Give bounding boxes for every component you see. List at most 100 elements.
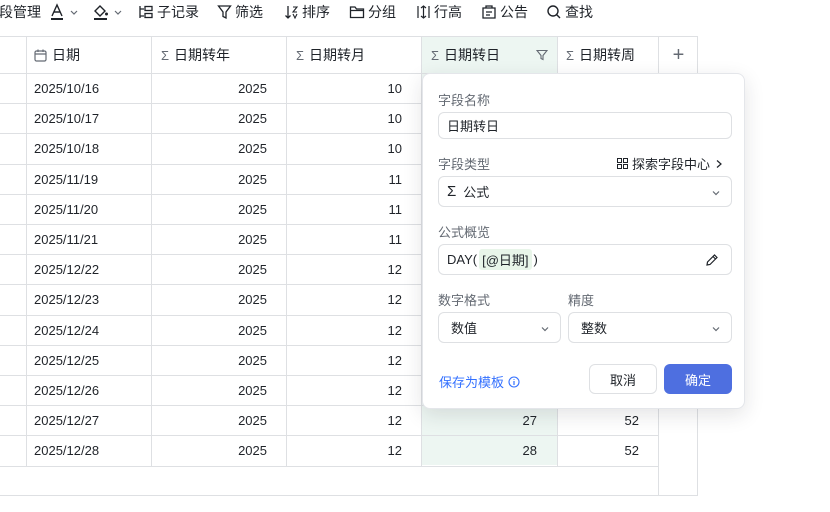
table-cell-year[interactable]: 2025 — [152, 225, 267, 255]
table-cell-year[interactable]: 2025 — [152, 74, 267, 104]
group-button[interactable]: 分组 — [349, 1, 396, 23]
table-cell-year[interactable]: 2025 — [152, 376, 267, 406]
table-cell-day[interactable]: 27 — [423, 406, 537, 436]
field-management-button[interactable]: 段管理 — [0, 1, 41, 23]
search-label: 查找 — [565, 4, 593, 20]
table-cell-year[interactable]: 2025 — [152, 104, 267, 134]
column-header-date[interactable]: 日期 — [34, 37, 149, 73]
table-cell-week[interactable]: 52 — [558, 436, 639, 466]
table-cell-month[interactable]: 11 — [287, 165, 403, 195]
table-cell-month[interactable]: 10 — [287, 104, 402, 134]
table-cell-month[interactable]: 12 — [287, 376, 402, 406]
table-cell-year[interactable]: 2025 — [152, 406, 267, 436]
view-toolbar: 段管理 子记录 筛选 排序 分组 行高 公告 查找 — [0, 0, 830, 24]
table-cell-month[interactable]: 11 — [287, 195, 403, 225]
row-height-button[interactable]: 行高 — [416, 1, 462, 23]
cancel-button[interactable]: 取消 — [589, 364, 657, 394]
table-cell-month[interactable]: 12 — [287, 436, 402, 466]
table-cell-month[interactable]: 12 — [287, 346, 402, 376]
chevron-down-icon — [712, 327, 720, 332]
table-cell-year[interactable]: 2025 — [152, 285, 267, 315]
table-cell-date[interactable]: 2025/12/24 — [34, 316, 149, 346]
row-height-icon — [417, 5, 430, 19]
announcement-label: 公告 — [500, 4, 528, 20]
table-cell-year[interactable]: 2025 — [152, 436, 267, 466]
number-format-label: 数字格式 — [438, 293, 491, 308]
formula-overview-label: 公式概览 — [438, 225, 491, 240]
column-header-week[interactable]: Σ 日期转周 — [566, 37, 656, 73]
column-header-label: 日期 — [52, 47, 80, 63]
announcement-button[interactable]: 公告 — [481, 1, 528, 23]
table-cell-date[interactable]: 2025/12/22 — [34, 255, 149, 285]
grid-apps-icon — [616, 158, 628, 169]
chevron-down-icon — [541, 327, 549, 332]
fill-color-button[interactable] — [92, 1, 123, 23]
table-cell-week[interactable]: 52 — [558, 406, 639, 436]
table-cell-year[interactable]: 2025 — [152, 255, 267, 285]
table-cell-month[interactable]: 12 — [287, 255, 402, 285]
table-cell-date[interactable]: 2025/12/25 — [34, 346, 149, 376]
table-cell-year[interactable]: 2025 — [152, 346, 267, 376]
pencil-icon[interactable] — [705, 253, 719, 267]
table-cell-date[interactable]: 2025/11/21 — [34, 225, 149, 255]
text-color-button[interactable] — [49, 1, 79, 23]
table-cell-month[interactable]: 11 — [287, 225, 403, 255]
formula-input[interactable]: DAY( [@日期] ) — [438, 244, 732, 275]
row-height-label: 行高 — [434, 4, 462, 20]
add-column-button[interactable]: + — [659, 37, 698, 73]
table-cell-date[interactable]: 2025/10/17 — [34, 104, 149, 134]
table-cell-date[interactable]: 2025/12/26 — [34, 376, 149, 406]
table-cell-year[interactable]: 2025 — [152, 134, 267, 164]
sub-record-icon — [139, 5, 153, 19]
plus-icon: + — [672, 43, 685, 66]
announcement-icon — [482, 5, 496, 19]
table-cell-year[interactable]: 2025 — [152, 195, 267, 225]
number-format-select[interactable]: 数值 — [438, 312, 561, 343]
column-header-day[interactable]: Σ 日期转日 — [431, 37, 553, 73]
sub-record-label: 子记录 — [157, 4, 199, 20]
precision-select[interactable]: 整数 — [568, 312, 732, 343]
sigma-icon: Σ — [296, 47, 305, 63]
column-header-label: 日期转月 — [309, 47, 366, 63]
text-color-icon — [51, 3, 63, 20]
filter-icon[interactable] — [536, 49, 548, 61]
sigma-icon: Σ — [161, 47, 170, 63]
filter-icon — [217, 5, 232, 20]
field-management-label: 段管理 — [0, 4, 41, 20]
table-cell-month[interactable]: 12 — [287, 406, 402, 436]
table-cell-month[interactable]: 10 — [287, 134, 402, 164]
precision-label: 精度 — [568, 293, 595, 308]
field-name-label: 字段名称 — [438, 93, 491, 108]
explore-field-center-link[interactable]: 探索字段中心 — [616, 154, 724, 173]
column-header-month[interactable]: Σ 日期转月 — [296, 37, 418, 73]
filter-button[interactable]: 筛选 — [217, 1, 263, 23]
save-as-template-link[interactable]: 保存为模板 — [439, 372, 520, 391]
field-name-input[interactable]: 日期转日 — [438, 112, 732, 139]
table-cell-month[interactable]: 12 — [287, 285, 402, 315]
table-cell-year[interactable]: 2025 — [152, 316, 267, 346]
column-divider — [26, 36, 27, 466]
field-type-value: 公式 — [463, 185, 490, 200]
table-cell-day[interactable]: 28 — [423, 436, 537, 466]
cancel-label: 取消 — [609, 372, 636, 388]
field-type-select[interactable]: Σ 公式 — [438, 176, 732, 207]
info-icon — [508, 375, 520, 388]
table-cell-date[interactable]: 2025/12/28 — [34, 436, 149, 466]
table-cell-month[interactable]: 10 — [287, 74, 402, 104]
table-cell-date[interactable]: 2025/11/20 — [34, 195, 149, 225]
table-cell-date[interactable]: 2025/12/23 — [34, 285, 149, 315]
table-cell-date[interactable]: 2025/10/16 — [34, 74, 149, 104]
table-cell-date[interactable]: 2025/10/18 — [34, 134, 149, 164]
save-as-template-label: 保存为模板 — [439, 375, 505, 390]
table-cell-date[interactable]: 2025/12/27 — [34, 406, 149, 436]
confirm-label: 确定 — [684, 372, 711, 388]
confirm-button[interactable]: 确定 — [664, 364, 732, 394]
sub-record-button[interactable]: 子记录 — [138, 1, 199, 23]
search-button[interactable]: 查找 — [546, 1, 593, 23]
formula-suffix: ) — [533, 252, 538, 267]
table-cell-month[interactable]: 12 — [287, 316, 402, 346]
table-cell-year[interactable]: 2025 — [152, 165, 267, 195]
table-cell-date[interactable]: 2025/11/19 — [34, 165, 149, 195]
sort-button[interactable]: 排序 — [284, 1, 330, 23]
column-header-year[interactable]: Σ 日期转年 — [161, 37, 283, 73]
